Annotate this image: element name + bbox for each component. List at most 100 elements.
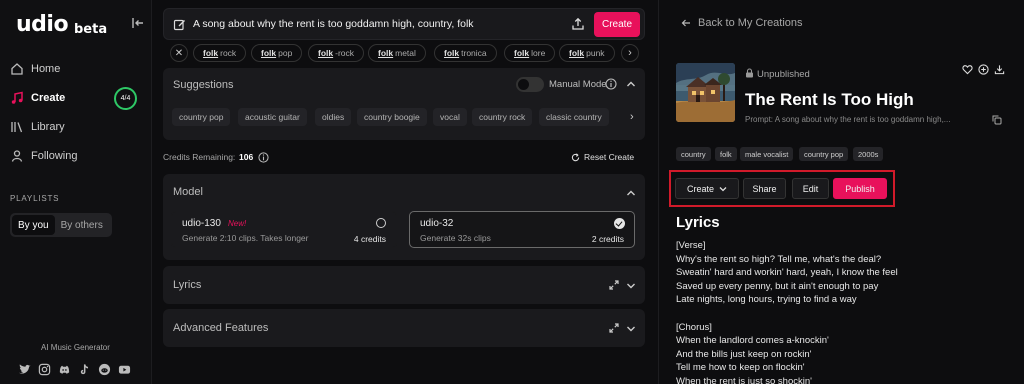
genre-tag[interactable]: folk [715, 147, 737, 161]
chevron-right-icon: › [628, 47, 632, 59]
lyrics-line: When the rent is just so shockin' [676, 375, 812, 384]
tag-chip[interactable]: folk pop [251, 44, 303, 62]
tag-chip[interactable]: folk lore [504, 44, 556, 62]
genre-tag[interactable]: country [676, 147, 711, 161]
expand-icon[interactable] [609, 323, 619, 333]
create-menu-button[interactable]: Create [675, 178, 739, 199]
chevron-down-icon [719, 186, 727, 191]
info-icon[interactable] [605, 78, 617, 90]
sidebar-item-following[interactable]: Following [10, 146, 145, 166]
lyrics-line: Tell me how to keep on flockin' [676, 362, 805, 374]
genre-tag[interactable]: country pop [799, 147, 849, 161]
tags-scroll-right-button[interactable]: › [621, 44, 639, 62]
lyrics-line: When the landlord comes a-knockin' [676, 335, 829, 347]
reset-create-button[interactable]: Reset Create [584, 152, 634, 162]
back-to-creations-link[interactable]: Back to My Creations [698, 17, 803, 29]
manual-mode-label: Manual Mode [549, 79, 607, 90]
suggestions-title: Suggestions [173, 79, 234, 91]
tag-chip-rest: pop [278, 48, 293, 58]
reddit-icon[interactable] [98, 363, 111, 376]
instagram-icon[interactable] [38, 363, 51, 376]
arrow-left-icon[interactable] [681, 18, 691, 28]
lyrics-line: [Verse] [676, 240, 706, 251]
genre-tag[interactable]: 2000s [853, 147, 884, 161]
model-option-udio-32[interactable]: udio-32 Generate 32s clips 2 credits [409, 211, 635, 248]
library-icon [11, 122, 23, 133]
social-links [18, 363, 131, 376]
expand-icon[interactable] [609, 280, 619, 290]
model-description: Generate 2:10 clips. Takes longer [182, 233, 309, 243]
suggestion-chip[interactable]: country boogie [357, 108, 427, 126]
lyrics-line: Why's the rent so high? Tell me, what's … [676, 253, 882, 265]
chevron-down-icon[interactable] [626, 325, 636, 333]
edit-button[interactable]: Edit [792, 178, 829, 199]
tiktok-icon[interactable] [78, 363, 91, 376]
tag-chip[interactable]: folk -rock [308, 44, 365, 62]
publish-status: Unpublished [757, 69, 810, 80]
model-option-udio-130[interactable]: udio-130 New! Generate 2:10 clips. Takes… [171, 211, 397, 248]
tag-chip-match: folk [514, 48, 530, 58]
suggestion-chip[interactable]: vocal [433, 108, 467, 126]
credits-remaining-value: 106 [239, 152, 254, 162]
chevron-right-icon[interactable]: › [630, 111, 634, 123]
tag-chip-rest: metal [395, 48, 416, 58]
tag-chip[interactable]: folk rock [193, 44, 247, 62]
prompt-input[interactable]: A song about why the rent is too goddamn… [193, 18, 474, 30]
advanced-features-title: Advanced Features [173, 322, 269, 334]
suggestions-panel: Suggestions Manual Mode country pop acou… [163, 68, 645, 140]
tag-chip-match: folk [378, 48, 394, 58]
lyrics-heading: Lyrics [676, 214, 720, 231]
suggestion-chip[interactable]: country pop [172, 108, 231, 126]
info-icon[interactable] [258, 152, 269, 163]
chevron-up-icon[interactable] [626, 80, 636, 88]
song-prompt: Prompt: A song about why the rent is too… [745, 115, 951, 124]
model-description: Generate 32s clips [420, 233, 491, 243]
twitter-icon[interactable] [18, 363, 31, 376]
copy-icon[interactable] [992, 115, 1002, 125]
publish-button[interactable]: Publish [833, 178, 887, 199]
download-icon[interactable] [994, 64, 1005, 75]
playlist-tab-by-you[interactable]: By you [12, 215, 55, 235]
logo[interactable]: udio [16, 12, 69, 37]
chevron-up-icon[interactable] [626, 189, 636, 197]
sidebar: udio beta Home Create 4/4 Library Follow… [0, 0, 152, 384]
tag-chip-rest: lore [531, 48, 546, 58]
model-name: udio-130 [182, 218, 221, 229]
collapse-sidebar-icon[interactable] [131, 16, 145, 30]
discord-icon[interactable] [58, 363, 71, 376]
tag-chip[interactable]: folk tronica [434, 44, 497, 62]
upload-icon[interactable] [571, 17, 585, 31]
youtube-icon[interactable] [118, 363, 131, 376]
sidebar-item-home[interactable]: Home [10, 59, 145, 79]
sidebar-item-library[interactable]: Library [10, 117, 145, 137]
logo-beta-label: beta [74, 22, 108, 37]
song-title: The Rent Is Too High [745, 90, 914, 109]
prompt-bar: A song about why the rent is too goddamn… [163, 8, 645, 40]
tag-chip-rest: -rock [335, 48, 355, 58]
song-cover-image[interactable] [676, 63, 735, 122]
home-icon [11, 63, 23, 75]
clear-tags-button[interactable]: ✕ [170, 44, 188, 62]
sidebar-item-label: Following [31, 150, 78, 162]
chevron-down-icon[interactable] [626, 282, 636, 290]
advanced-features-panel-header[interactable]: Advanced Features [163, 309, 645, 347]
lyrics-gap [676, 308, 1006, 322]
suggestion-chip[interactable]: acoustic guitar [238, 108, 307, 126]
manual-mode-toggle[interactable] [516, 77, 544, 92]
suggestion-chip[interactable]: classic country [539, 108, 609, 126]
lyrics-line: [Chorus] [676, 321, 712, 333]
tag-chip[interactable]: folk metal [368, 44, 426, 62]
suggestion-chip[interactable]: oldies [315, 108, 352, 126]
heart-icon[interactable] [962, 64, 973, 75]
radio-unselected-icon [376, 218, 386, 228]
suggestion-chip[interactable]: country rock [472, 108, 533, 126]
tag-chip[interactable]: folk punk [559, 44, 615, 62]
music-note-icon [11, 91, 23, 104]
add-to-playlist-icon[interactable] [978, 64, 989, 75]
genre-tag[interactable]: male vocalist [740, 147, 794, 161]
lyrics-line: And the bills just keep on rockin' [676, 348, 812, 360]
playlist-tab-by-others[interactable]: By others [55, 215, 109, 235]
lyrics-panel-header[interactable]: Lyrics [163, 266, 645, 304]
share-button[interactable]: Share [743, 178, 786, 199]
create-button[interactable]: Create [594, 12, 640, 37]
